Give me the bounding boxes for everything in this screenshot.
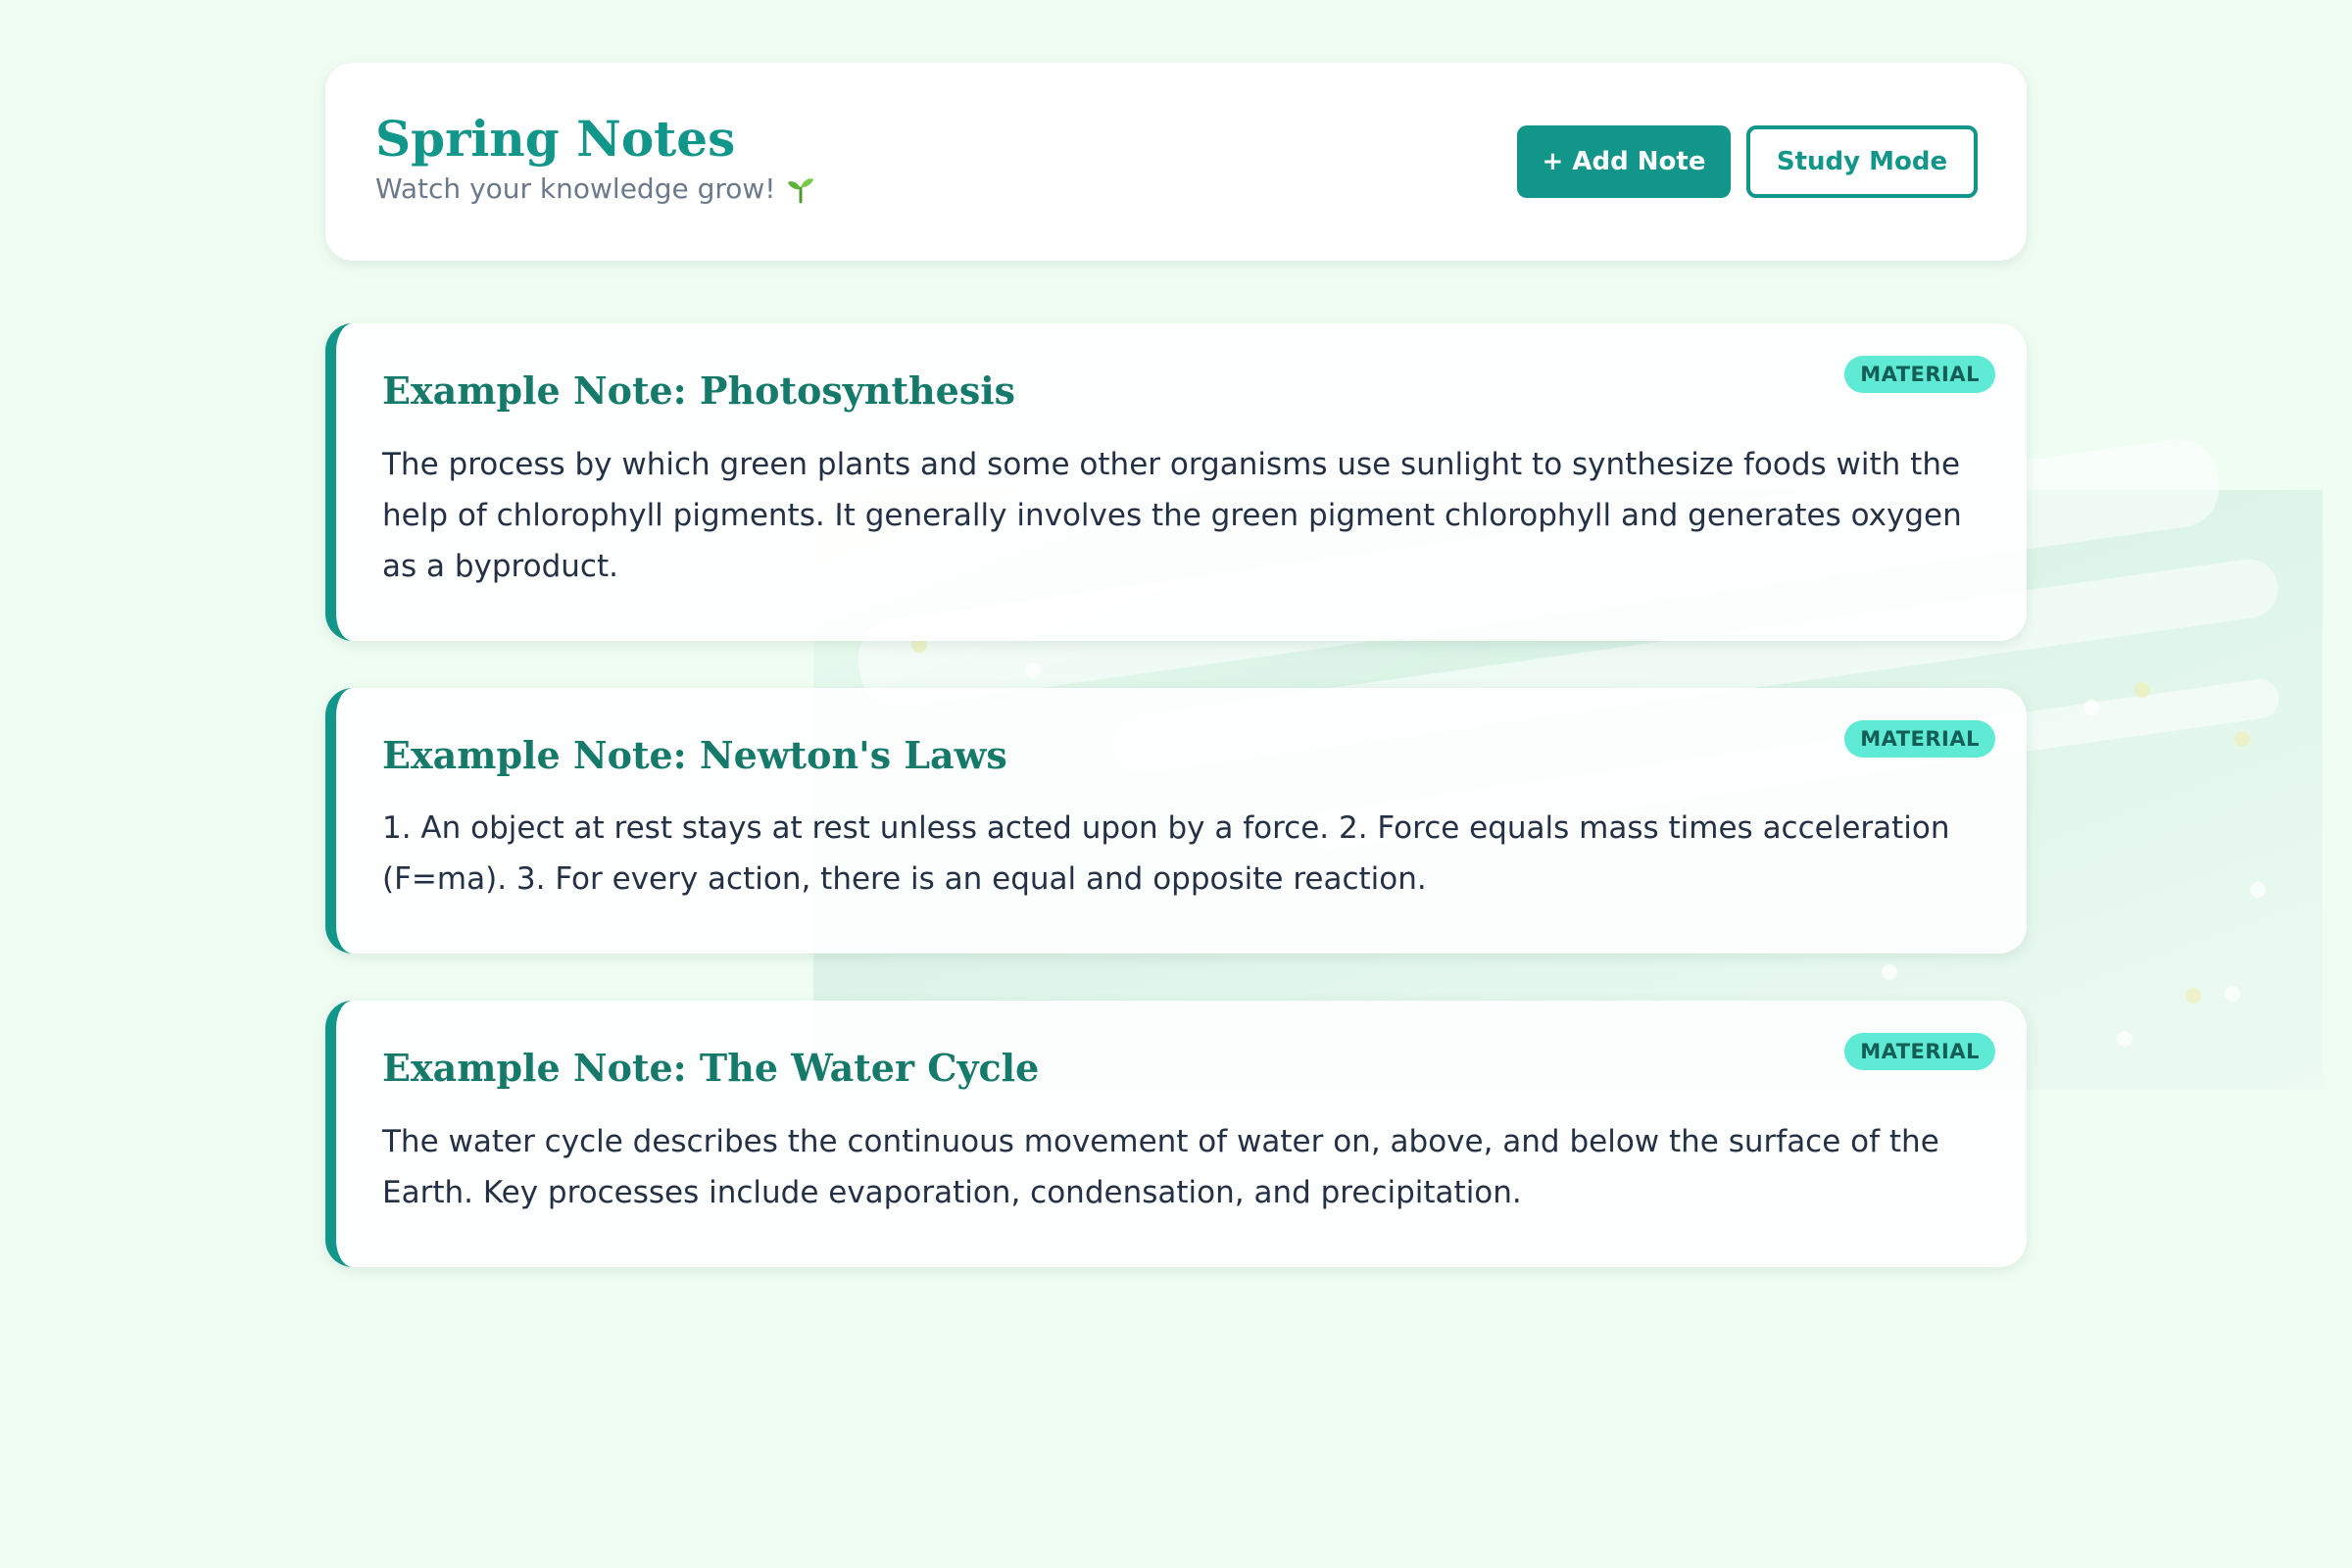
study-mode-button[interactable]: Study Mode bbox=[1746, 125, 1978, 198]
app-subtitle-text: Watch your knowledge grow! bbox=[375, 172, 776, 205]
note-card[interactable]: MATERIAL Example Note: Photosynthesis Th… bbox=[325, 323, 2027, 641]
note-card[interactable]: MATERIAL Example Note: Newton's Laws 1. … bbox=[325, 687, 2027, 955]
app-subtitle: Watch your knowledge grow! bbox=[375, 172, 815, 205]
header-actions: + Add Note Study Mode bbox=[1517, 125, 1978, 198]
note-badge: MATERIAL bbox=[1844, 356, 1995, 393]
add-note-button[interactable]: + Add Note bbox=[1517, 125, 1731, 198]
note-body: 1. An object at rest stays at rest unles… bbox=[382, 810, 1950, 898]
notes-list: MATERIAL Example Note: Photosynthesis Th… bbox=[325, 323, 2027, 1267]
app-title: Spring Notes bbox=[375, 110, 736, 168]
note-badge: MATERIAL bbox=[1844, 1033, 1995, 1071]
app-header: Spring Notes Watch your knowledge grow! … bbox=[325, 63, 2027, 261]
brand: Spring Notes Watch your knowledge grow! bbox=[375, 110, 815, 205]
note-body: The water cycle describes the continuous… bbox=[382, 1123, 1939, 1210]
note-body: The process by which green plants and so… bbox=[382, 446, 1962, 584]
note-card[interactable]: MATERIAL Example Note: The Water Cycle T… bbox=[325, 1001, 2027, 1267]
note-title: Example Note: Newton's Laws bbox=[382, 732, 1007, 777]
note-title: Example Note: Photosynthesis bbox=[382, 368, 1016, 413]
main-content: Spring Notes Watch your knowledge grow! … bbox=[325, 63, 2027, 1267]
note-title: Example Note: The Water Cycle bbox=[382, 1046, 1040, 1091]
sprout-icon bbox=[786, 174, 815, 204]
note-badge: MATERIAL bbox=[1844, 719, 1995, 758]
